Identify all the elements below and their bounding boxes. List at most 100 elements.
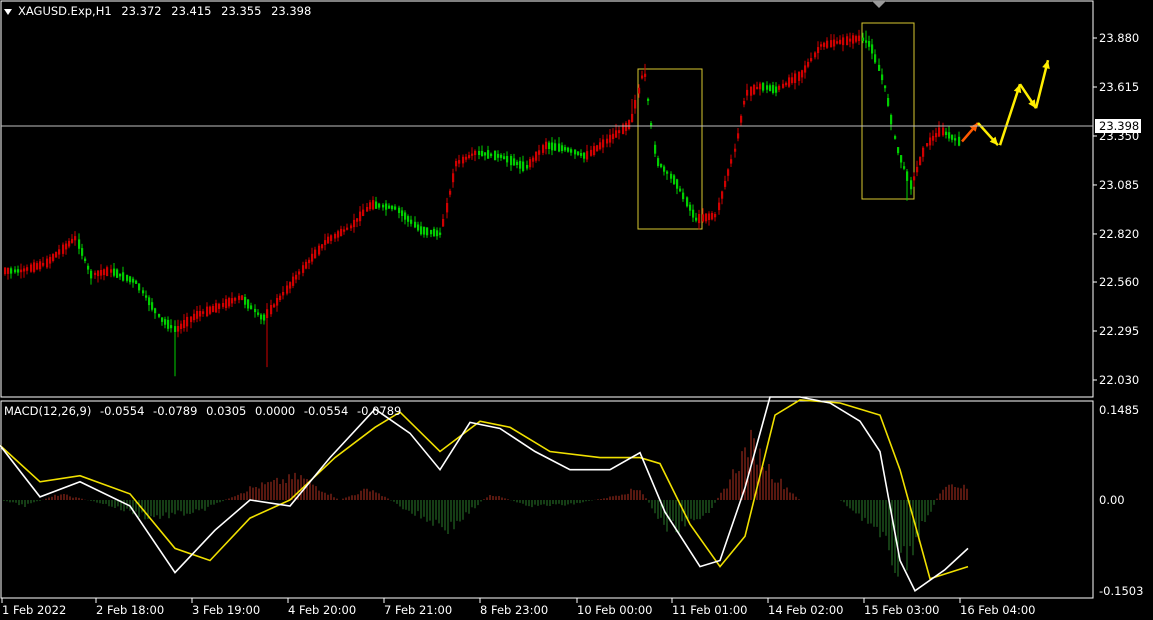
candle-body [500, 154, 503, 158]
candle-body [14, 269, 17, 273]
candle-body [740, 115, 743, 123]
candle-body [602, 139, 605, 148]
candle-body [298, 271, 301, 275]
dropdown-triangle-icon[interactable] [4, 8, 12, 15]
candle-body [762, 82, 765, 91]
candle [222, 298, 225, 309]
candle-body [654, 144, 657, 154]
symbol-label: XAGUSD.Exp,H1 [18, 4, 112, 18]
candle-body [222, 303, 225, 307]
candle [935, 127, 938, 142]
candle [308, 257, 311, 270]
candle [874, 49, 877, 64]
candle [4, 267, 7, 276]
candle [823, 41, 826, 50]
candle-body [849, 38, 852, 42]
candle-body [942, 127, 945, 136]
candle [775, 82, 778, 97]
candle-body [20, 269, 23, 273]
candle-body [558, 143, 561, 152]
candle [129, 275, 132, 285]
price-tick-label: 22.560 [1099, 275, 1139, 289]
candle [791, 72, 794, 85]
candle [110, 264, 113, 278]
candle [196, 306, 199, 323]
candle-body [663, 166, 666, 172]
candle-body [465, 156, 468, 160]
candle [327, 233, 330, 244]
candle [436, 227, 439, 240]
candle [810, 52, 813, 63]
candle [71, 234, 74, 244]
candle-body [372, 200, 375, 210]
candle-body [804, 65, 807, 73]
candle-body [900, 155, 903, 163]
candle-body [682, 192, 685, 200]
candle-body [145, 295, 148, 298]
candle [183, 314, 186, 332]
candle [407, 214, 410, 227]
candle [551, 137, 554, 156]
candle [26, 264, 29, 275]
candle-body [138, 283, 141, 291]
candle-body [631, 113, 634, 122]
candles [4, 29, 961, 377]
candle-body [42, 262, 45, 266]
candle-body [279, 295, 282, 300]
candle-body [385, 203, 388, 210]
candle-body [78, 239, 81, 249]
candle-body [599, 142, 602, 150]
candle-body [471, 153, 474, 156]
candle-body [670, 173, 673, 179]
candle-body [938, 127, 941, 137]
candle-body [932, 135, 935, 141]
candle [260, 313, 263, 325]
candle [478, 146, 481, 160]
highlight-box [637, 68, 703, 230]
candle [839, 35, 842, 45]
candle [586, 144, 589, 163]
macd-tick-label: -0.1503 [1099, 584, 1143, 598]
candle [218, 302, 221, 314]
candle [414, 216, 417, 229]
candle-body [935, 133, 938, 138]
candle-body [586, 151, 589, 160]
candle [343, 226, 346, 235]
candle-body [116, 269, 119, 278]
candle-body [778, 85, 781, 90]
candle-body [164, 319, 167, 325]
candle [625, 121, 628, 136]
candle [81, 243, 84, 260]
candle [14, 266, 17, 274]
candle-body [225, 299, 228, 308]
candle [174, 320, 177, 377]
macd-axis: 0.1485 0.00 -0.1503 [1099, 403, 1143, 598]
candle-body [836, 41, 839, 44]
candle-body [410, 219, 413, 224]
candle [350, 223, 353, 231]
candle-body [462, 156, 465, 164]
candle-body [478, 151, 481, 155]
candle-body [33, 262, 36, 272]
candle-body [692, 209, 695, 218]
candle [52, 253, 55, 263]
candle [855, 34, 858, 44]
candle-body [746, 89, 749, 96]
candle [570, 147, 573, 156]
macd-value-1: -0.0554 [100, 404, 145, 418]
chart-shift-marker[interactable] [872, 1, 886, 8]
candle-body [10, 268, 13, 274]
candle [529, 156, 532, 170]
candle [375, 196, 378, 209]
price-tick-label: 23.085 [1099, 178, 1139, 192]
candle [657, 155, 660, 168]
candle [894, 134, 897, 140]
chart-canvas[interactable]: 23.88023.61523.35023.08522.82022.56022.2… [0, 0, 1153, 620]
candle [186, 312, 189, 332]
candle-body [718, 202, 721, 211]
macd-value-2: -0.0789 [153, 404, 198, 418]
candle [548, 140, 551, 155]
candle [410, 215, 413, 227]
candle [266, 303, 269, 368]
candle [84, 256, 87, 264]
